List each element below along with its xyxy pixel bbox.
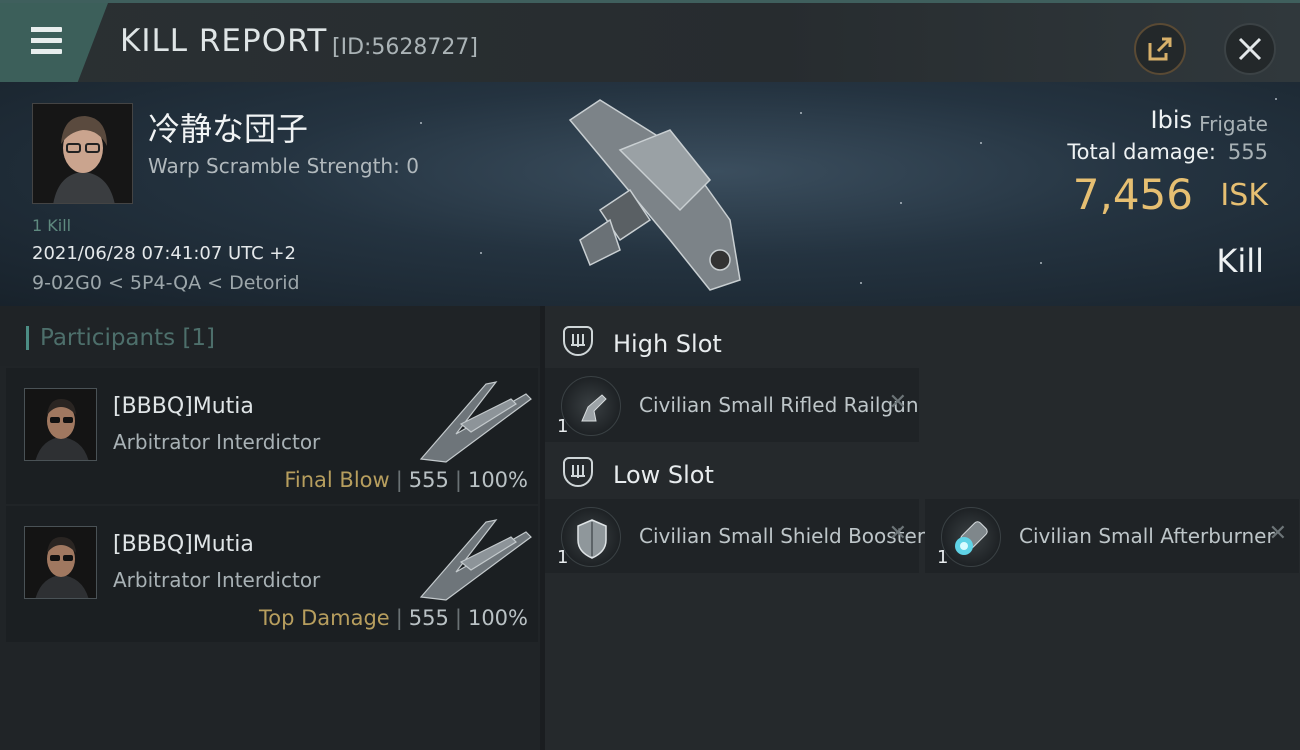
close-x-icon: ✕ [888,390,907,415]
participant-damage: 555 [408,606,449,630]
stat-separator: | [395,606,403,630]
stat-separator: | [454,606,462,630]
participant-ship-image [419,519,532,601]
menu-icon [26,27,62,55]
participant-avatar[interactable] [24,388,97,461]
afterburner-icon [941,507,1001,567]
participant-role: Final Blow [284,468,390,492]
report-id: [ID:5628727] [332,35,478,60]
railgun-icon [561,376,621,436]
module-quantity: 1 [557,547,569,568]
page-title: KILL REPORT [120,23,328,59]
kill-location[interactable]: 9-02G0 < 5P4-QA < Detorid [32,272,300,294]
close-button[interactable] [1224,23,1276,75]
participant-ship: Arbitrator Interdictor [113,568,321,592]
victim-banner: 冷静な団子 Warp Scramble Strength: 0 1 Kill 2… [0,82,1300,306]
participant-percent: 100% [467,606,528,630]
victim-ship-image[interactable] [560,90,760,300]
participant-name[interactable]: [BBBQ]Mutia [113,394,254,419]
menu-button[interactable] [0,3,108,82]
stat-separator: | [395,468,403,492]
share-button[interactable] [1134,23,1186,75]
participant-name[interactable]: [BBBQ]Mutia [113,532,254,557]
participants-header: Participants [1] [0,306,540,366]
module-item[interactable]: 1 Civilian Small Afterburner ✕ [925,499,1299,573]
isk-unit: ISK [1220,178,1268,213]
module-item[interactable]: 1 Civilian Small Shield Booster ✕ [545,499,925,573]
kill-type: Kill [1216,242,1264,280]
participants-title: Participants [1] [40,325,215,351]
kill-timestamp: 2021/06/28 07:41:07 UTC +2 [32,243,296,264]
module-quantity: 1 [937,547,949,568]
low-slot-header: Low Slot [545,443,1300,499]
participants-accent-bar [26,326,29,350]
module-item[interactable]: 1 Civilian Small Rifled Railgun ✕ [545,368,919,442]
total-damage-label: Total damage: [1067,140,1216,164]
participant-percent: 100% [467,468,528,492]
module-name: Civilian Small Afterburner [1019,524,1275,548]
module-quantity: 1 [557,416,569,437]
participant-row[interactable]: [BBBQ]Mutia Arbitrator Interdictor Top D… [6,506,538,642]
victim-avatar[interactable] [32,103,133,204]
close-x-icon: ✕ [1268,521,1287,546]
participant-damage: 555 [408,468,449,492]
module-name: Civilian Small Shield Booster [639,524,926,548]
victim-ship-name[interactable]: Ibis [1151,106,1192,134]
participant-ship-image [419,381,532,463]
shield-slot-icon [563,326,593,356]
shield-booster-icon [561,507,621,567]
high-slot-title: High Slot [613,330,722,358]
share-icon [1148,37,1172,61]
participant-role: Top Damage [258,606,390,630]
close-x-icon: ✕ [888,521,907,546]
participant-ship: Arbitrator Interdictor [113,430,321,454]
victim-ship-class: Frigate [1199,112,1268,136]
header-bar: KILL REPORT [ID:5628727] [0,0,1300,82]
victim-name[interactable]: 冷静な団子 [148,104,308,150]
participants-panel: Participants [1] [BBBQ]Mutia Arbitrator … [0,306,540,750]
total-damage-value: 555 [1227,140,1268,164]
stat-separator: | [454,468,462,492]
close-icon [1238,37,1262,61]
participant-stats: Final Blow | 555 | 100% [284,468,528,492]
warp-scramble-strength: Warp Scramble Strength: 0 [148,154,419,178]
participant-avatar[interactable] [24,526,97,599]
high-slot-header: High Slot [545,312,1300,368]
module-name: Civilian Small Rifled Railgun [639,393,919,417]
fitting-panel: High Slot 1 Civilian Small Rifled Railgu… [545,306,1300,750]
kill-count: 1 Kill [32,216,72,235]
low-slot-title: Low Slot [613,461,714,489]
participant-row[interactable]: [BBBQ]Mutia Arbitrator Interdictor Final… [6,368,538,504]
shield-slot-icon [563,457,593,487]
isk-value: 7,456 [1072,170,1193,219]
participant-stats: Top Damage | 555 | 100% [259,606,528,630]
